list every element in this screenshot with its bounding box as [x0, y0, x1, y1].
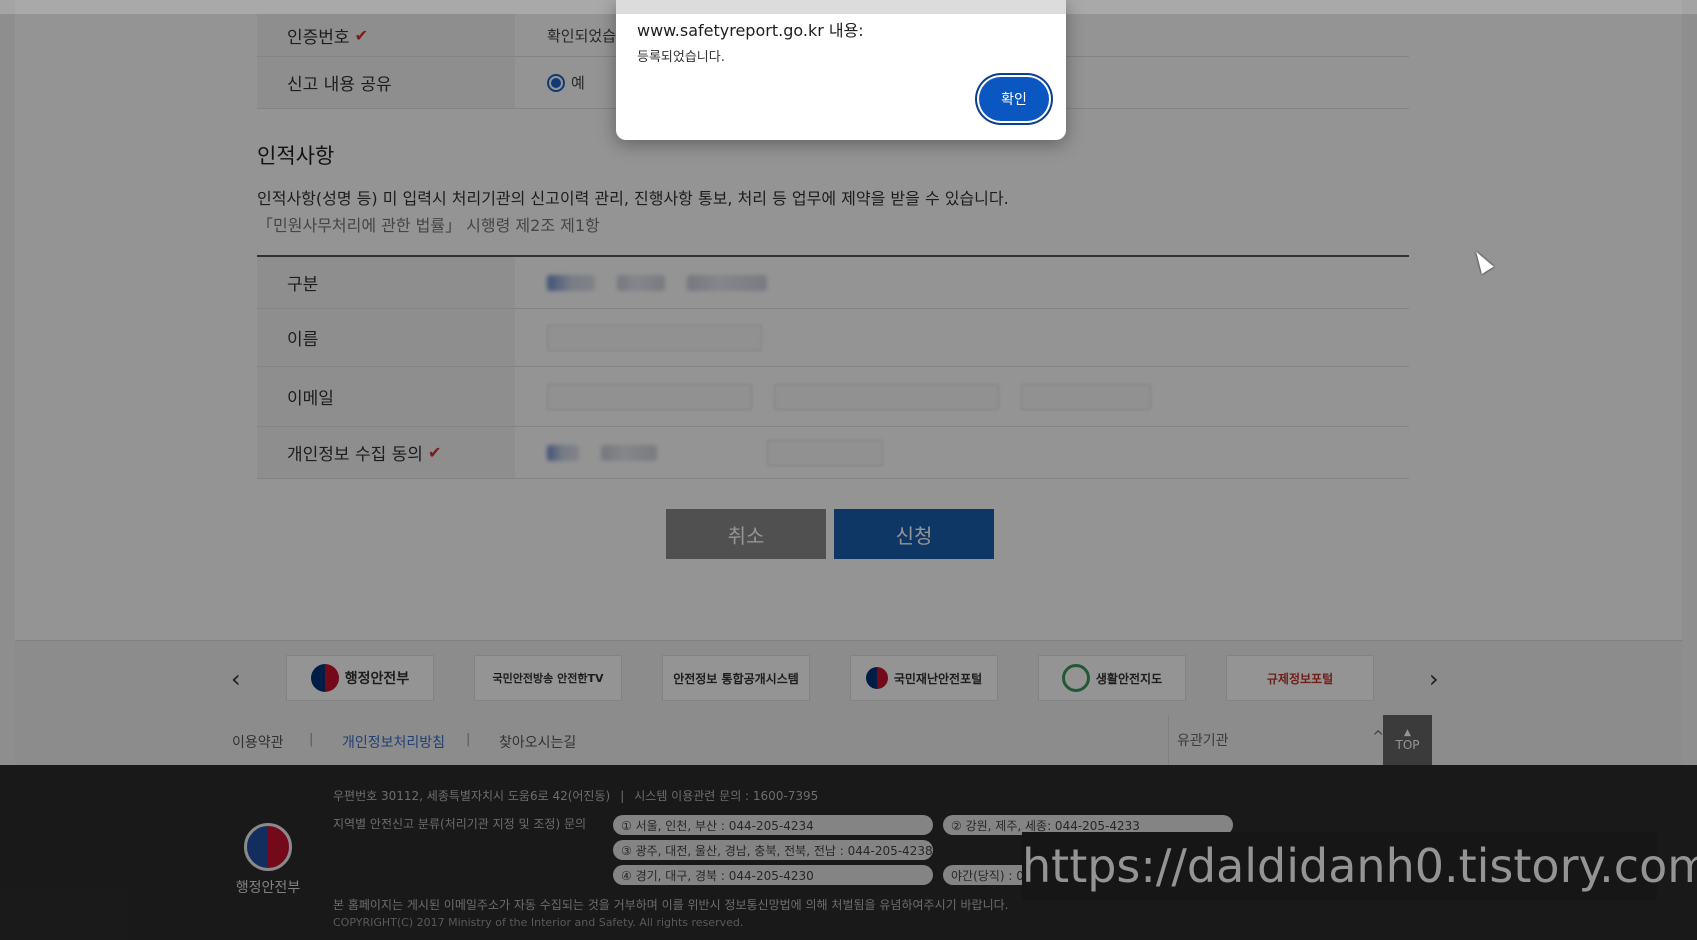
- dialog-top-strip: [616, 0, 1066, 14]
- alert-dialog: www.safetyreport.go.kr 내용: 등록되었습니다. 확인: [616, 0, 1066, 140]
- dialog-ok-button[interactable]: 확인: [979, 77, 1049, 121]
- dialog-message: 등록되었습니다.: [637, 50, 725, 65]
- dialog-origin: www.safetyreport.go.kr 내용:: [637, 21, 864, 40]
- modal-overlay: [0, 0, 1697, 940]
